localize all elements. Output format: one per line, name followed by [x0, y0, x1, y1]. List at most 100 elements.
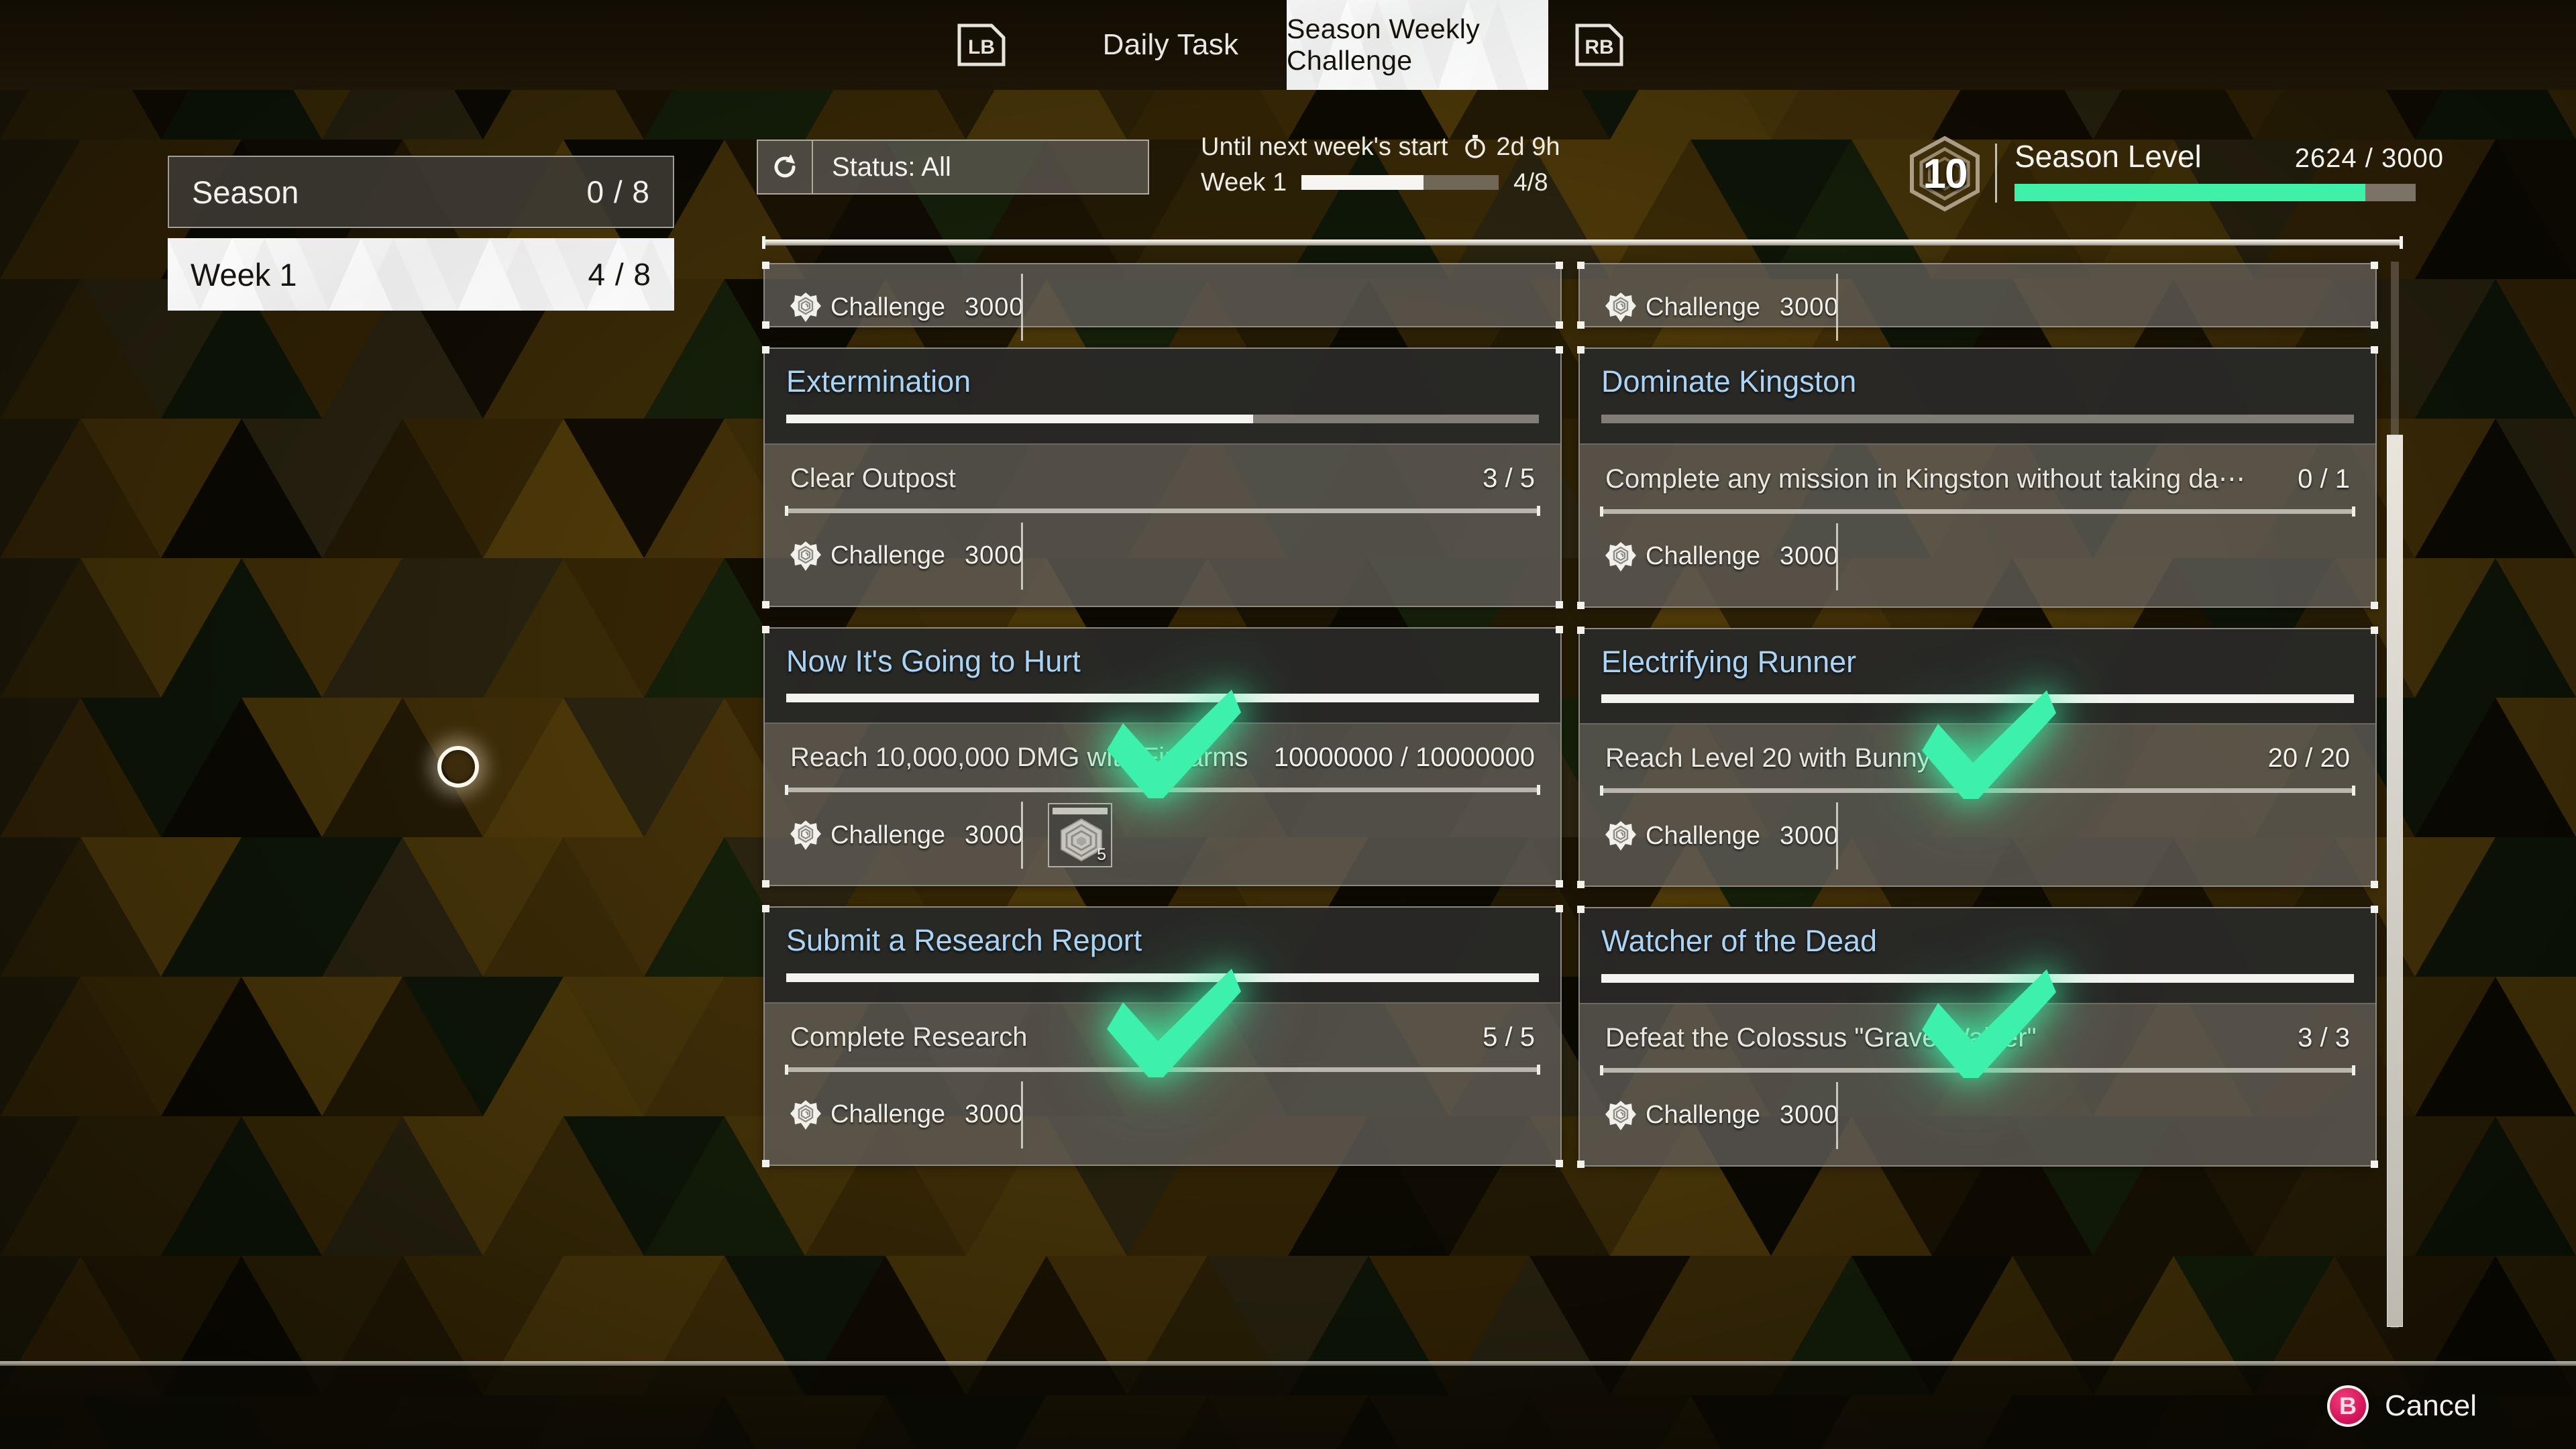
- challenge-card-title: Submit a Research Report: [786, 923, 1142, 957]
- reward-label: Challenge: [1646, 1101, 1761, 1129]
- objective-text: Reach 10,000,000 DMG with Firearms: [790, 743, 1248, 772]
- card-corner: [762, 1159, 769, 1167]
- objective-progress-bar: [1600, 506, 2355, 517]
- challenge-card[interactable]: Electrifying Runner Reach Level 20 with B…: [1577, 626, 2378, 888]
- objective-row: Clear Outpost 3 / 5: [785, 464, 1540, 494]
- challenge-card-title: Dominate Kingston: [1601, 364, 1857, 398]
- reward-label: Challenge: [830, 292, 946, 321]
- card-corner: [1556, 346, 1563, 354]
- challenge-card-body: Challenge 3000: [1580, 264, 2375, 357]
- challenge-card[interactable]: Challenge 3000: [1577, 262, 2378, 341]
- card-corner: [2371, 626, 2378, 634]
- rail-item-week-1-label: Week 1: [191, 256, 297, 292]
- reward-item-quantity: 5: [1097, 845, 1106, 864]
- objective-text: Complete any mission in Kingston without…: [1605, 464, 2245, 494]
- challenge-card-header: Electrifying Runner: [1580, 629, 2375, 724]
- tab-daily-task-label: Daily Task: [1102, 28, 1239, 61]
- card-corner: [1556, 1159, 1563, 1167]
- reward-amount: 3000: [965, 541, 1024, 570]
- b-button-glyph: B: [2339, 1392, 2357, 1419]
- challenge-card[interactable]: Extermination Clear Outpost 3 / 5 Challenge…: [762, 346, 1563, 608]
- status-filter-dropdown[interactable]: Status: All: [757, 140, 1149, 195]
- card-corner: [1556, 600, 1563, 608]
- tab-daily-task[interactable]: Daily Task: [1046, 0, 1295, 90]
- card-corner: [2371, 906, 2378, 913]
- challenge-card[interactable]: Challenge 3000: [762, 262, 1563, 341]
- reward-item-rarity-bar: [1053, 808, 1108, 814]
- scrollbar-thumb[interactable]: [2387, 435, 2403, 1327]
- tab-season-weekly-challenge[interactable]: Season Weekly Challenge: [1287, 0, 1548, 90]
- rail-item-season-count: 0 / 8: [586, 174, 650, 209]
- card-corner: [762, 262, 769, 269]
- reward-amount: 3000: [965, 292, 1024, 321]
- card-corner: [1577, 1160, 1585, 1168]
- week-progress-count: 4/8: [1513, 168, 1548, 196]
- season-level-panel: 10 Season Level 2624 / 3000: [1905, 134, 2444, 213]
- card-corner: [762, 600, 769, 608]
- card-corner: [1577, 906, 1585, 913]
- challenge-card-body: Reach Level 20 with Bunny 20 / 20 Challeng…: [1580, 724, 2375, 885]
- rail-item-week-1-count: 4 / 8: [588, 257, 651, 292]
- season-level-number: 10: [1923, 150, 1968, 197]
- challenge-card-body: Defeat the Colossus "Grave Walker" 3 / 3 C…: [1580, 1004, 2375, 1165]
- reward-row: Challenge 3000: [1600, 793, 2355, 879]
- cursor-reticle: [437, 746, 479, 788]
- reward-divider: [1021, 1081, 1023, 1148]
- reward-label: Challenge: [830, 1100, 946, 1128]
- card-corner: [762, 346, 769, 354]
- challenge-card-title: Watcher of the Dead: [1601, 924, 1878, 958]
- objective-text: Clear Outpost: [790, 463, 956, 493]
- card-corner: [1577, 626, 1585, 634]
- rail-item-season[interactable]: Season 0 / 8: [168, 156, 674, 228]
- reward-item-slot[interactable]: 5: [1048, 803, 1112, 867]
- reward-divider: [1836, 274, 1838, 341]
- rb-bumper-icon[interactable]: RB: [1573, 20, 1625, 70]
- footer-divider: [0, 1361, 2576, 1366]
- challenge-icon: [790, 820, 821, 850]
- card-corner: [1577, 262, 1585, 269]
- objective-value: 3 / 5: [1483, 463, 1535, 493]
- svg-text:RB: RB: [1585, 36, 1613, 58]
- card-corner: [2371, 321, 2378, 329]
- challenge-card-body: Complete Research 5 / 5 Challenge 3000: [765, 1004, 1560, 1165]
- challenge-card[interactable]: Watcher of the Dead Defeat the Colossus "…: [1577, 906, 2378, 1168]
- season-level-badge-icon: 10: [1905, 134, 1984, 213]
- card-corner: [1556, 625, 1563, 633]
- challenge-icon: [1605, 292, 1636, 322]
- objective-progress-bar: [1600, 1065, 2355, 1075]
- challenge-card[interactable]: Dominate Kingston Complete any mission in…: [1577, 346, 2378, 609]
- card-corner: [1556, 905, 1563, 912]
- challenge-list: Challenge 3000 Extermination Clear Outpost 3…: [762, 262, 2402, 1330]
- challenge-card[interactable]: Submit a Research Report Complete Researc…: [762, 905, 1563, 1167]
- card-corner: [1556, 880, 1563, 888]
- lb-bumper-icon[interactable]: LB: [955, 20, 1008, 70]
- reward-amount: 3000: [1780, 821, 1839, 850]
- card-corner: [1577, 321, 1585, 329]
- reward-amount: 3000: [965, 820, 1024, 849]
- card-corner: [2371, 346, 2378, 354]
- rail-item-week-1[interactable]: Week 1 4 / 8: [168, 238, 674, 311]
- objective-row: Complete any mission in Kingston without…: [1600, 464, 2355, 494]
- reward-label: Challenge: [1646, 542, 1761, 570]
- card-corner: [762, 880, 769, 888]
- cancel-button[interactable]: B Cancel: [2327, 1385, 2477, 1427]
- card-corner: [762, 905, 769, 912]
- objective-progress-bar: [785, 505, 1540, 516]
- week-timer: Until next week's start 2d 9h Week 1 4/8: [1201, 127, 1617, 199]
- reward-label: Challenge: [1646, 292, 1761, 321]
- challenge-card-header: Now It's Going to Hurt: [765, 628, 1560, 724]
- challenge-card-header: Submit a Research Report: [765, 908, 1560, 1004]
- week-timer-label: Until next week's start: [1201, 132, 1448, 161]
- svg-text:LB: LB: [968, 36, 995, 58]
- reward-divider: [1021, 802, 1023, 869]
- rail-item-season-label: Season: [192, 174, 299, 210]
- reward-row: Challenge 3000 5: [785, 792, 1540, 878]
- challenge-card-header: Watcher of the Dead: [1580, 908, 2375, 1004]
- reward-divider: [1836, 1081, 1838, 1149]
- challenge-card[interactable]: Now It's Going to Hurt Reach 10,000,000 D…: [762, 625, 1563, 888]
- card-corner: [1577, 601, 1585, 609]
- card-corner: [762, 625, 769, 633]
- challenge-icon: [790, 541, 821, 571]
- challenge-card-progress-bar: [786, 694, 1539, 702]
- b-button-icon: B: [2327, 1385, 2369, 1427]
